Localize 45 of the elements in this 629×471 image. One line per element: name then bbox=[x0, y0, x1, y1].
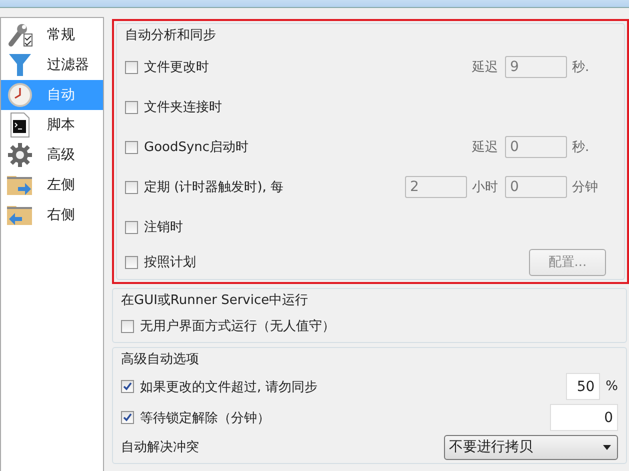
unit-label: 分钟 bbox=[572, 179, 599, 196]
group-title: 在GUI或Runner Service中运行 bbox=[121, 292, 310, 310]
unit-label: 延迟 bbox=[472, 59, 499, 76]
option-label: 定期 (计时器触发时), 每 bbox=[144, 179, 284, 196]
folder-arrow-left-icon bbox=[6, 204, 34, 226]
group-title: 自动分析和同步 bbox=[125, 27, 217, 45]
option-label: GoodSync启动时 bbox=[144, 139, 249, 156]
option-label: 注销时 bbox=[144, 219, 183, 236]
checkbox[interactable] bbox=[125, 256, 138, 268]
conflict-dropdown[interactable]: 不要进行拷贝 bbox=[444, 434, 618, 460]
unit-label: 秒. bbox=[572, 59, 590, 76]
gear-icon bbox=[7, 142, 33, 168]
sidebar-item[interactable]: 右侧 bbox=[1, 200, 103, 230]
unit-label: 小时 bbox=[472, 179, 499, 196]
checkbox[interactable] bbox=[121, 411, 134, 424]
option-label: 如果更改的文件超过, 请勿同步 bbox=[140, 378, 318, 396]
group-title: 高级自动选项 bbox=[121, 351, 200, 369]
sidebar-item[interactable]: 常规 bbox=[1, 20, 103, 50]
funnel-icon bbox=[7, 52, 33, 78]
unit-label: 延迟 bbox=[472, 139, 499, 156]
checkbox[interactable] bbox=[125, 180, 138, 194]
checkbox[interactable] bbox=[121, 380, 134, 393]
sidebar-item[interactable]: 左侧 bbox=[1, 170, 103, 200]
checkbox[interactable] bbox=[125, 100, 138, 114]
number-field[interactable]: 50 bbox=[566, 373, 600, 400]
unit-label: % bbox=[606, 379, 618, 394]
unit-label: 秒. bbox=[572, 139, 590, 156]
number-field[interactable]: 0 bbox=[550, 404, 618, 431]
option-label: 等待锁定解除（分钟） bbox=[140, 410, 270, 426]
option-label: 无用户界面方式运行（无人值守） bbox=[140, 318, 335, 335]
option-label: 按照计划 bbox=[144, 254, 196, 271]
checkbox[interactable] bbox=[125, 140, 138, 154]
checkbox[interactable] bbox=[125, 220, 138, 234]
clock-icon bbox=[7, 82, 33, 108]
checkbox[interactable] bbox=[125, 60, 138, 74]
folder-arrow-right-icon bbox=[6, 174, 34, 196]
option-label: 文件更改时 bbox=[144, 59, 209, 76]
sidebar-item[interactable]: 脚本 bbox=[1, 110, 103, 140]
sidebar-item[interactable]: 高级 bbox=[1, 140, 103, 170]
wrench-checklist-icon bbox=[7, 22, 33, 48]
option-label: 文件夹连接时 bbox=[144, 99, 222, 116]
option-label: 自动解决冲突 bbox=[121, 439, 199, 456]
sidebar-item[interactable]: 过滤器 bbox=[1, 50, 103, 80]
checkbox[interactable] bbox=[121, 320, 134, 332]
caret-icon bbox=[603, 444, 611, 450]
